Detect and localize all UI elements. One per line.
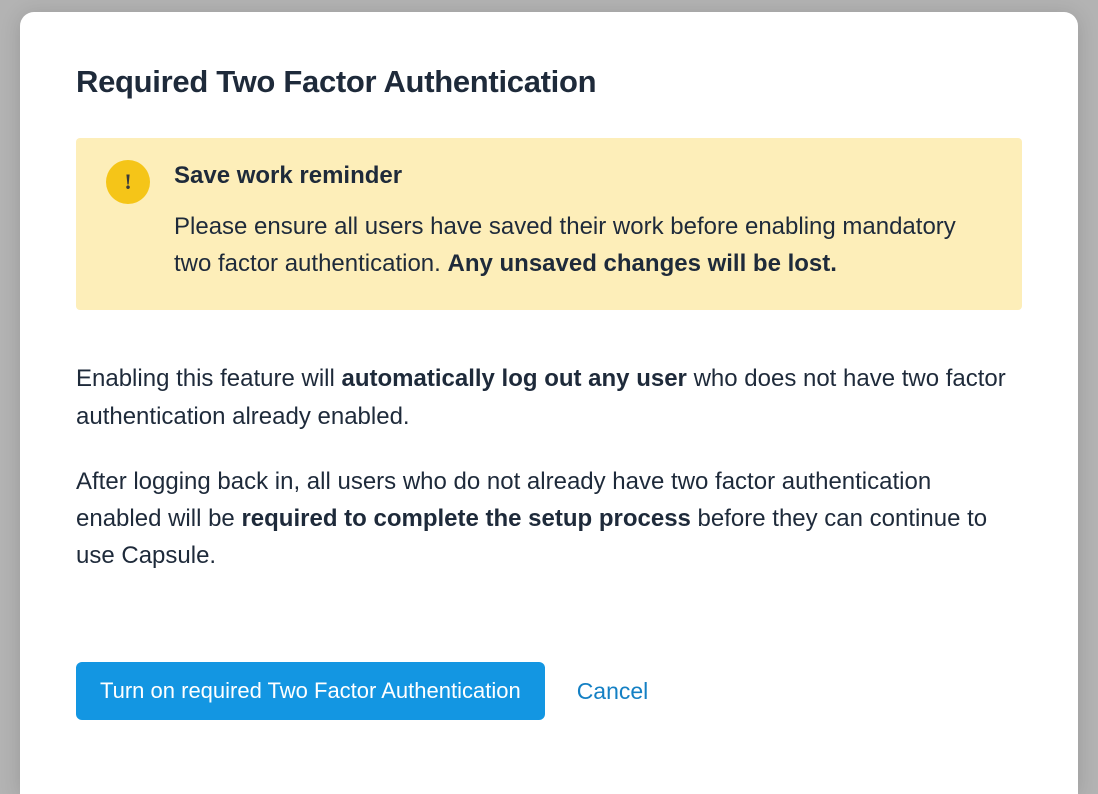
p1-bold: automatically log out any user [341, 365, 686, 392]
p1-prefix: Enabling this feature will [76, 365, 341, 392]
alert-content: Save work reminder Please ensure all use… [174, 162, 992, 282]
alert-title: Save work reminder [174, 162, 992, 190]
cancel-button[interactable]: Cancel [577, 678, 649, 705]
two-factor-modal: Required Two Factor Authentication ! Sav… [20, 12, 1078, 794]
paragraph-1: Enabling this feature will automatically… [76, 360, 1022, 434]
alert-body-bold: Any unsaved changes will be lost. [448, 250, 837, 277]
alert-body: Please ensure all users have saved their… [174, 208, 992, 282]
warning-icon: ! [106, 160, 150, 204]
modal-actions: Turn on required Two Factor Authenticati… [76, 662, 1022, 720]
modal-title: Required Two Factor Authentication [76, 64, 1022, 100]
confirm-button[interactable]: Turn on required Two Factor Authenticati… [76, 662, 545, 720]
paragraph-2: After logging back in, all users who do … [76, 463, 1022, 575]
save-work-alert: ! Save work reminder Please ensure all u… [76, 138, 1022, 310]
p2-bold: required to complete the setup process [241, 505, 690, 532]
exclamation-glyph: ! [124, 171, 131, 193]
